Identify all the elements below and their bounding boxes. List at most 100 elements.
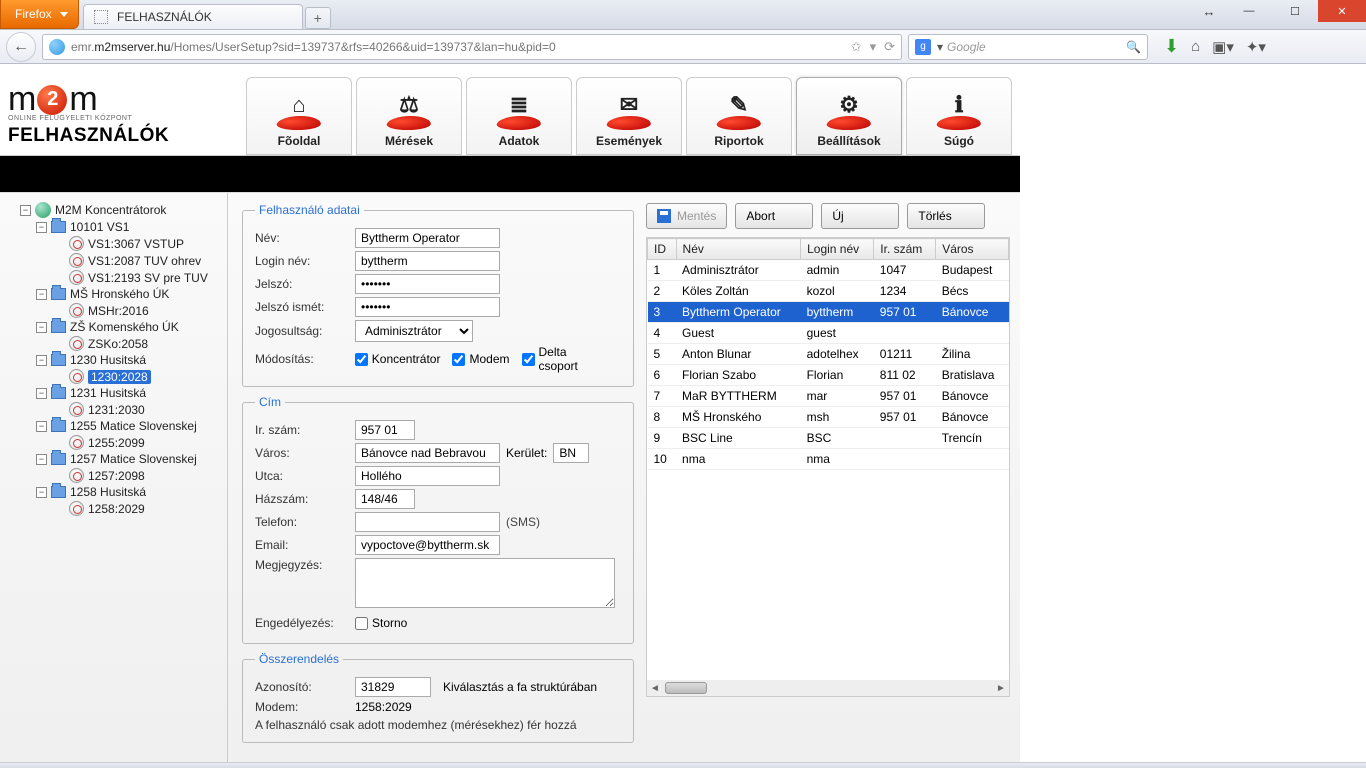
- tree-node[interactable]: VS1:2193 SV pre TUV: [4, 269, 223, 286]
- scroll-left-icon[interactable]: ◄: [647, 683, 663, 694]
- chk-delta[interactable]: [522, 353, 535, 366]
- history-dropdown-icon[interactable]: ▾: [870, 39, 877, 55]
- downloads-icon[interactable]: ⬇: [1164, 36, 1179, 57]
- phone-field[interactable]: [355, 512, 500, 532]
- col-header[interactable]: ID: [648, 239, 677, 260]
- menu-adatok[interactable]: ≣Adatok: [466, 77, 572, 155]
- firefox-menu-button[interactable]: Firefox: [0, 0, 79, 29]
- tree-toggle-icon[interactable]: −: [36, 355, 47, 366]
- tree-toggle-icon[interactable]: −: [36, 222, 47, 233]
- password-field[interactable]: [355, 274, 500, 294]
- horizontal-scrollbar[interactable]: ◄ ►: [647, 680, 1009, 696]
- table-row[interactable]: 8MŠ Hronskéhomsh957 01Bánovce: [648, 407, 1009, 428]
- save-button[interactable]: Mentés: [646, 203, 727, 229]
- maximize-button[interactable]: ☐: [1272, 0, 1318, 22]
- tree-node[interactable]: −M2M Koncentrátorok: [4, 201, 223, 219]
- tree-node[interactable]: 1230:2028: [4, 368, 223, 385]
- search-box[interactable]: g ▾ Google 🔍: [908, 34, 1148, 60]
- col-header[interactable]: Város: [936, 239, 1009, 260]
- scroll-right-icon[interactable]: ►: [993, 683, 1009, 694]
- col-header[interactable]: Ir. szám: [874, 239, 936, 260]
- new-tab-button[interactable]: +: [305, 7, 331, 29]
- url-bar[interactable]: emr.m2mserver.hu/Homes/UserSetup?sid=139…: [42, 34, 902, 60]
- back-button[interactable]: ←: [6, 32, 36, 62]
- tree-node[interactable]: −MŠ Hronského ÚK: [4, 286, 223, 302]
- table-row[interactable]: 6Florian SzaboFlorian811 02Bratislava: [648, 365, 1009, 386]
- menu-beállítások[interactable]: ⚙Beállítások: [796, 77, 902, 155]
- city-field[interactable]: [355, 443, 500, 463]
- table-row[interactable]: 5Anton Blunaradotelhex01211Žilina: [648, 344, 1009, 365]
- delete-button[interactable]: Törlés: [907, 203, 985, 229]
- tree-toggle-icon[interactable]: −: [36, 322, 47, 333]
- users-table-wrap[interactable]: IDNévLogin névIr. számVáros1Adminisztrát…: [646, 237, 1010, 697]
- users-table[interactable]: IDNévLogin névIr. számVáros1Adminisztrát…: [647, 238, 1009, 470]
- table-row[interactable]: 2Köles Zoltánkozol1234Bécs: [648, 281, 1009, 302]
- addons-icon[interactable]: ✦▾: [1246, 36, 1266, 57]
- tree-node[interactable]: −1258 Husitská: [4, 484, 223, 500]
- tree-node[interactable]: 1255:2099: [4, 434, 223, 451]
- search-icon[interactable]: 🔍: [1126, 40, 1141, 54]
- tree-toggle-icon[interactable]: −: [36, 454, 47, 465]
- close-button[interactable]: ✕: [1318, 0, 1366, 22]
- tree-node[interactable]: VS1:2087 TUV ohrev: [4, 252, 223, 269]
- email-field[interactable]: [355, 535, 500, 555]
- menu-riportok[interactable]: ✎Riportok: [686, 77, 792, 155]
- table-row[interactable]: 9BSC LineBSCTrencín: [648, 428, 1009, 449]
- tree-toggle-icon[interactable]: −: [36, 289, 47, 300]
- assign-id-field[interactable]: [355, 677, 431, 697]
- chk-storno[interactable]: [355, 617, 368, 630]
- tree-toggle-icon[interactable]: −: [36, 388, 47, 399]
- name-field[interactable]: [355, 228, 500, 248]
- password-confirm-field[interactable]: [355, 297, 500, 317]
- chk-koncentrator[interactable]: [355, 353, 368, 366]
- district-field[interactable]: [553, 443, 589, 463]
- tree-node[interactable]: −1230 Husitská: [4, 352, 223, 368]
- street-field[interactable]: [355, 466, 500, 486]
- menu-súgó[interactable]: ℹSúgó: [906, 77, 1012, 155]
- tree-node[interactable]: −1257 Matice Slovenskej: [4, 451, 223, 467]
- tree-node[interactable]: 1257:2098: [4, 467, 223, 484]
- tree-node[interactable]: −1255 Matice Slovenskej: [4, 418, 223, 434]
- chk-modem[interactable]: [452, 353, 465, 366]
- col-header[interactable]: Név: [676, 239, 801, 260]
- menu-fõoldal[interactable]: ⌂Fõoldal: [246, 77, 352, 155]
- tree-node[interactable]: 1231:2030: [4, 401, 223, 418]
- tree-node[interactable]: −ZŠ Komenského ÚK: [4, 319, 223, 335]
- home-icon[interactable]: ⌂: [1191, 36, 1200, 57]
- tree-node[interactable]: −10101 VS1: [4, 219, 223, 235]
- menu-mérések[interactable]: ⚖Mérések: [356, 77, 462, 155]
- tree-toggle-icon[interactable]: −: [36, 487, 47, 498]
- reload-button[interactable]: ⟳: [884, 39, 895, 55]
- mod-icon: [69, 402, 84, 417]
- minimize-button[interactable]: —: [1226, 0, 1272, 22]
- logo-block: m2m ONLINE FELÜGYELETI KÖZPONT FELHASZNÁ…: [8, 80, 244, 155]
- table-row[interactable]: 10nmanma: [648, 449, 1009, 470]
- login-field[interactable]: [355, 251, 500, 271]
- table-row[interactable]: 1Adminisztrátoradmin1047Budapest: [648, 260, 1009, 281]
- tree-panel[interactable]: −M2M Koncentrátorok−10101 VS1VS1:3067 VS…: [0, 193, 228, 768]
- notes-field[interactable]: [355, 558, 615, 608]
- tree-toggle-icon[interactable]: −: [36, 421, 47, 432]
- new-button[interactable]: Új: [821, 203, 899, 229]
- houseno-field[interactable]: [355, 489, 415, 509]
- page-title: FELHASZNÁLÓK: [8, 125, 244, 147]
- tree-node[interactable]: MSHr:2016: [4, 302, 223, 319]
- fullscreen-toggle-icon[interactable]: ↔: [1192, 0, 1226, 22]
- tree-node[interactable]: ZSKo:2058: [4, 335, 223, 352]
- table-row[interactable]: 3Byttherm Operatorbyttherm957 01Bánovce: [648, 302, 1009, 323]
- browser-tab[interactable]: FELHASZNÁLÓK: [83, 4, 303, 29]
- scroll-thumb[interactable]: [665, 682, 707, 694]
- tree-node[interactable]: 1258:2029: [4, 500, 223, 517]
- abort-button[interactable]: Abort: [735, 203, 813, 229]
- tree-toggle-icon[interactable]: −: [20, 205, 31, 216]
- table-row[interactable]: 7MaR BYTTHERMmar957 01Bánovce: [648, 386, 1009, 407]
- col-header[interactable]: Login név: [801, 239, 874, 260]
- bookmarks-icon[interactable]: ▣▾: [1212, 36, 1234, 57]
- role-select[interactable]: Adminisztrátor: [355, 320, 473, 342]
- zip-field[interactable]: [355, 420, 415, 440]
- tree-node[interactable]: VS1:3067 VSTUP: [4, 235, 223, 252]
- table-row[interactable]: 4Guestguest: [648, 323, 1009, 344]
- tree-node[interactable]: −1231 Husitská: [4, 385, 223, 401]
- menu-események[interactable]: ✉Események: [576, 77, 682, 155]
- app-frame: m2m ONLINE FELÜGYELETI KÖZPONT FELHASZNÁ…: [0, 64, 1020, 768]
